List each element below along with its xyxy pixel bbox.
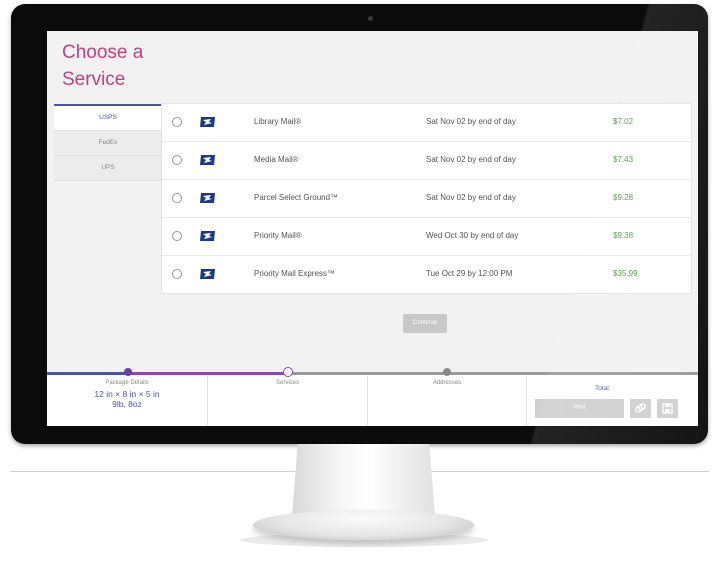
delivery-date: Sat Nov 02 by end of day — [426, 193, 516, 202]
service-row[interactable]: Priority Mail Express™ Tue Oct 29 by 12:… — [162, 256, 691, 293]
webcam — [368, 16, 373, 21]
tab-fedex[interactable]: FedEx — [54, 131, 162, 156]
service-price: $35.99 — [613, 269, 638, 278]
step-services[interactable]: Services — [208, 376, 368, 426]
progress-footer: Package Details 12 in × 8 in × 5 in 9lb,… — [47, 367, 698, 426]
step-label: Package Details — [105, 380, 149, 386]
service-row[interactable]: Media Mail® Sat Nov 02 by end of day $7.… — [162, 142, 691, 180]
service-name: Parcel Select Ground™ — [254, 193, 339, 202]
service-radio[interactable] — [172, 231, 182, 241]
service-radio[interactable] — [172, 193, 182, 203]
service-price: $7.02 — [613, 117, 634, 126]
delivery-date: Sat Nov 02 by end of day — [426, 155, 516, 164]
monitor: Choose a Service USPS FedEx UPS Library … — [11, 4, 708, 444]
app-screen: Choose a Service USPS FedEx UPS Library … — [47, 31, 698, 426]
service-radio[interactable] — [172, 117, 182, 127]
save-button[interactable] — [657, 399, 678, 418]
carrier-tabs: USPS FedEx UPS — [54, 104, 163, 181]
delivery-date: Wed Oct 30 by end of day — [426, 231, 519, 240]
step-package-details[interactable]: Package Details 12 in × 8 in × 5 in 9lb,… — [47, 376, 208, 426]
service-name: Priority Mail Express™ — [254, 269, 335, 278]
service-price: $7.43 — [613, 155, 634, 164]
tab-usps[interactable]: USPS — [54, 104, 162, 131]
step-label: Services — [275, 380, 299, 386]
monitor-stand-base — [253, 510, 474, 540]
step-dot-addresses — [443, 368, 451, 376]
print-button[interactable]: Print — [535, 399, 624, 418]
copy-icon — [635, 403, 646, 413]
service-radio[interactable] — [172, 269, 182, 279]
step-label: Addresses — [432, 380, 462, 386]
usps-eagle-icon — [200, 155, 215, 165]
progress-bar-remaining — [287, 372, 698, 375]
package-weight: 9lb, 8oz — [112, 399, 142, 409]
usps-eagle-icon — [200, 193, 215, 203]
service-name: Media Mail® — [254, 155, 299, 164]
package-dimensions: 12 in × 8 in × 5 in — [94, 389, 160, 399]
step-dot-package — [124, 368, 132, 376]
progress-bar-current — [127, 372, 287, 375]
step-addresses[interactable]: Addresses — [368, 376, 527, 426]
monitor-stand-neck — [292, 444, 435, 516]
service-name: Priority Mail® — [254, 231, 302, 240]
delivery-date: Tue Oct 29 by 12:00 PM — [426, 269, 513, 278]
service-row[interactable]: Parcel Select Ground™ Sat Nov 02 by end … — [162, 180, 691, 218]
service-row[interactable]: Library Mail® Sat Nov 02 by end of day $… — [162, 104, 691, 142]
usps-eagle-icon — [200, 117, 215, 127]
service-price: $9.38 — [613, 231, 634, 240]
continue-button[interactable]: Continue — [403, 314, 447, 333]
copy-button[interactable] — [630, 399, 651, 418]
service-row[interactable]: Priority Mail® Wed Oct 30 by end of day … — [162, 218, 691, 256]
service-name: Library Mail® — [254, 117, 302, 126]
tab-ups[interactable]: UPS — [54, 156, 162, 181]
save-icon — [662, 403, 673, 414]
delivery-date: Sat Nov 02 by end of day — [426, 117, 516, 126]
total-label: Total: — [595, 385, 611, 392]
service-list: Library Mail® Sat Nov 02 by end of day $… — [161, 103, 692, 294]
usps-eagle-icon — [200, 269, 215, 279]
service-radio[interactable] — [172, 155, 182, 165]
page-title: Choose a Service — [62, 42, 144, 90]
service-price: $9.28 — [613, 193, 634, 202]
usps-eagle-icon — [200, 231, 215, 241]
